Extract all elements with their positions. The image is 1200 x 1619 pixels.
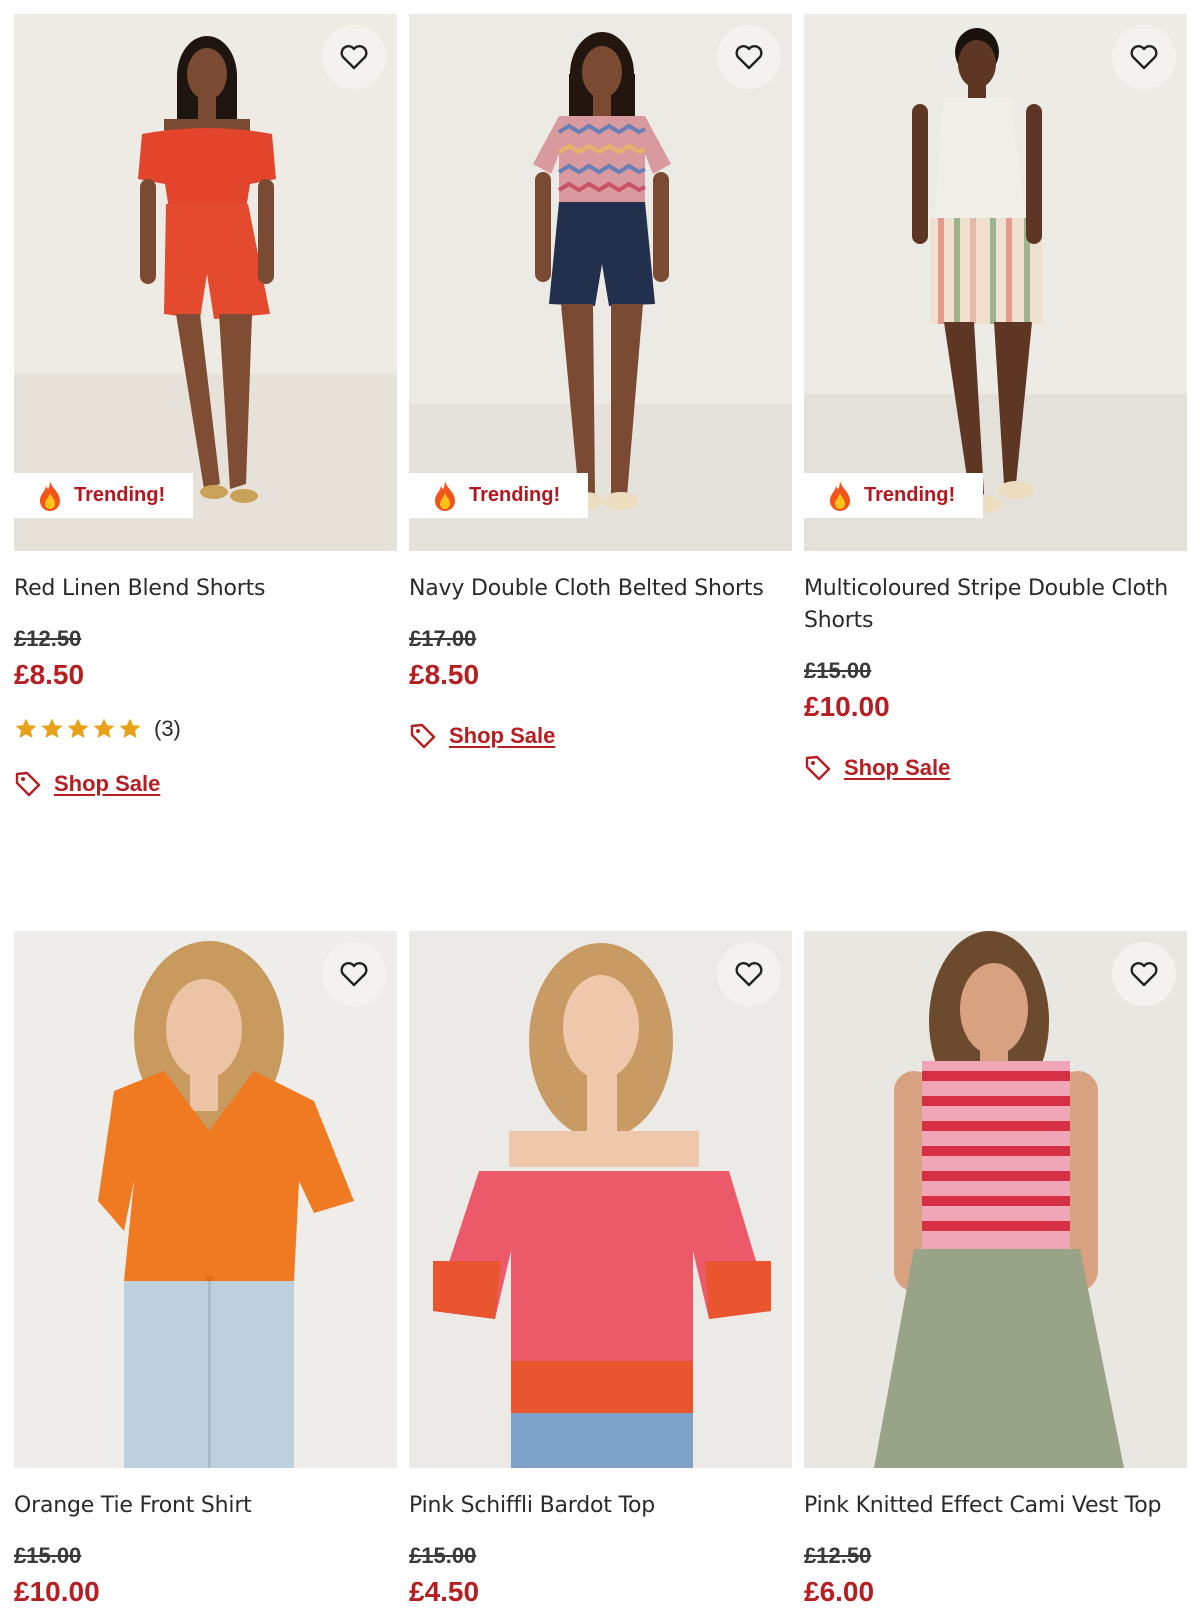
product-photo [14,931,397,1468]
wishlist-button[interactable] [322,942,386,1006]
product-photo [804,931,1187,1468]
trending-label: Trending! [864,484,956,506]
product-title[interactable]: Multicoloured Stripe Double Cloth Shorts [804,573,1187,637]
product-image[interactable] [804,931,1187,1468]
shop-sale-link[interactable]: Shop Sale [14,770,397,798]
sale-price: £4.50 [409,1576,480,1607]
flame-icon [435,480,455,511]
was-price: £15.00 [14,1543,82,1568]
product-card[interactable]: Trending! Navy Double Cloth Belted Short… [409,14,792,750]
heart-icon [340,45,368,70]
star-icon [41,718,63,738]
wishlist-button[interactable] [322,25,386,89]
wishlist-button[interactable] [1112,942,1176,1006]
shop-sale-label[interactable]: Shop Sale [844,755,950,781]
wishlist-button[interactable] [1112,25,1176,89]
product-image[interactable]: Trending! [14,14,397,551]
product-image[interactable] [409,931,792,1468]
product-title[interactable]: Pink Schiffli Bardot Top [409,1490,792,1522]
product-image[interactable]: Trending! [409,14,792,551]
review-count: (3) [154,716,181,741]
trending-badge: Trending! [409,473,588,518]
product-photo [409,931,792,1468]
product-title[interactable]: Navy Double Cloth Belted Shorts [409,573,792,605]
star-icon [15,718,37,738]
product-title[interactable]: Orange Tie Front Shirt [14,1490,397,1522]
flame-icon [40,480,60,511]
star-rating[interactable]: (3) [14,714,397,744]
product-card[interactable]: Trending! Multicoloured Stripe Double Cl… [804,14,1187,782]
star-icon [93,718,115,738]
shop-sale-label[interactable]: Shop Sale [449,723,555,749]
was-price: £12.50 [804,1543,872,1568]
product-title[interactable]: Pink Knitted Effect Cami Vest Top [804,1490,1187,1522]
trending-badge: Trending! [14,473,193,518]
product-image[interactable]: Trending! [804,14,1187,551]
product-title[interactable]: Red Linen Blend Shorts [14,573,397,605]
flame-icon [830,480,850,511]
trending-badge: Trending! [804,473,983,518]
price-tag-icon [805,755,831,781]
sale-price: £8.50 [409,659,480,690]
star-icon [119,718,141,738]
product-card[interactable]: Pink Knitted Effect Cami Vest Top £12.50… [804,931,1187,1609]
sale-price: £10.00 [14,1576,100,1607]
product-photo [14,14,397,551]
trending-label: Trending! [469,484,561,506]
was-price: £15.00 [804,658,872,683]
price-tag-icon [15,771,41,797]
shop-sale-link[interactable]: Shop Sale [804,754,1187,782]
product-card[interactable]: Trending! Red Linen Blend Shorts £12.50 … [14,14,397,798]
product-photo [409,14,792,551]
product-image[interactable] [14,931,397,1468]
heart-icon [735,962,763,987]
product-photo [804,14,1187,551]
wishlist-button[interactable] [717,25,781,89]
sale-price: £10.00 [804,691,890,722]
wishlist-button[interactable] [717,942,781,1006]
heart-icon [735,45,763,70]
was-price: £15.00 [409,1543,477,1568]
sale-price: £8.50 [14,659,85,690]
shop-sale-link[interactable]: Shop Sale [409,722,792,750]
product-card[interactable]: Pink Schiffli Bardot Top £15.00 £4.50 [409,931,792,1609]
product-card[interactable]: Orange Tie Front Shirt £15.00 £10.00 [14,931,397,1609]
heart-icon [340,962,368,987]
heart-icon [1130,45,1158,70]
star-icon [67,718,89,738]
shop-sale-label[interactable]: Shop Sale [54,771,160,797]
sale-price: £6.00 [804,1576,875,1607]
was-price: £12.50 [14,626,82,651]
heart-icon [1130,962,1158,987]
trending-label: Trending! [74,484,166,506]
was-price: £17.00 [409,626,477,651]
price-tag-icon [410,723,436,749]
